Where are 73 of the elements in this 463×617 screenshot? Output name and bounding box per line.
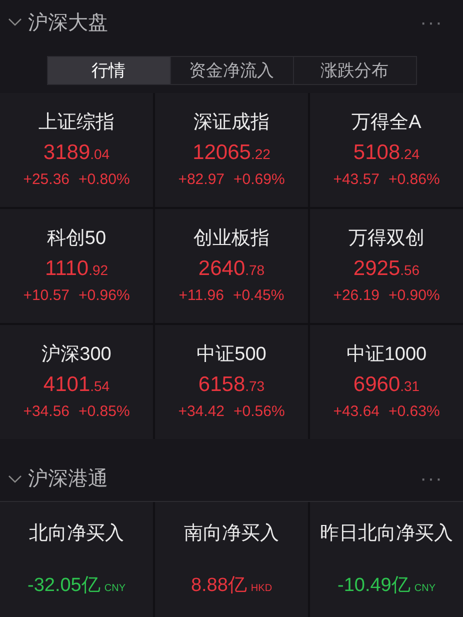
index-name: 万得全A [352,111,422,135]
index-name: 科创50 [46,227,106,251]
change-value: +10.57 [23,286,70,306]
price-decimal: .24 [400,145,420,164]
change-percent: +0.85% [78,402,130,422]
flow-label: 北向净买入 [29,522,124,546]
price-decimal: .73 [245,377,265,396]
price-decimal: .78 [245,261,265,280]
flow-label: 昨日北向净买入 [320,522,453,546]
index-name: 上证综指 [38,111,114,135]
change-value: +11.96 [178,286,224,306]
change-percent: +0.96% [78,286,130,306]
change-value: +25.36 [23,170,70,190]
change-value: +43.64 [333,402,380,422]
price-integer: 12065 [192,140,251,166]
flow-card[interactable]: 南向净买入 8.88亿 HKD [155,502,308,617]
index-card[interactable]: 万得双创 2925.56 +26.19 +0.90% [310,209,463,323]
change-value: +82.97 [178,170,224,190]
index-name: 深证成指 [194,111,270,135]
change-value: +43.57 [333,170,380,190]
price-integer: 2925 [353,256,400,282]
index-card[interactable]: 万得全A 5108.24 +43.57 +0.86% [310,93,463,207]
change-percent: +0.63% [388,402,440,422]
tab[interactable]: 行情 [48,57,170,84]
currency-unit: CNY [104,582,126,596]
change-value: +34.56 [23,402,70,422]
price-integer: 5108 [353,140,400,166]
flow-card[interactable]: 昨日北向净买入 -10.49亿 CNY [310,502,463,617]
currency-unit: HKD [250,582,272,596]
tab[interactable]: 资金净流入 [170,57,292,84]
index-name: 万得双创 [348,227,424,251]
flow-card[interactable]: 北向净买入 -32.05亿 CNY [0,502,153,617]
change-percent: +0.90% [388,286,440,306]
index-card[interactable]: 上证综指 3189.04 +25.36 +0.80% [0,93,153,207]
price-decimal: .56 [400,261,420,280]
price-integer: 3189 [43,140,90,166]
price-integer: 6158 [198,372,246,398]
flow-label: 南向净买入 [184,522,279,546]
index-name: 创业板指 [194,227,270,251]
price-decimal: .04 [90,145,110,164]
flow-value: 8.88亿 [190,574,247,598]
index-name: 中证500 [196,343,266,367]
price-decimal: .22 [250,145,270,164]
index-card[interactable]: 中证1000 6960.31 +43.64 +0.63% [310,325,463,439]
price-integer: 4101 [43,372,90,398]
change-percent: +0.45% [232,286,284,306]
flow-value: -10.49亿 [338,574,410,598]
change-percent: +0.69% [234,170,285,190]
index-card[interactable]: 沪深300 4101.54 +34.56 +0.85% [0,325,153,439]
price-integer: 2640 [198,256,246,282]
section-title: 沪深大盘 [28,10,108,36]
index-name: 中证1000 [346,343,427,367]
index-card[interactable]: 深证成指 12065.22 +82.97 +0.69% [155,93,308,207]
price-integer: 1110 [44,256,89,282]
currency-unit: CNY [414,582,436,596]
change-percent: +0.86% [388,170,440,190]
change-percent: +0.56% [234,402,285,422]
price-decimal: .54 [90,377,110,396]
flow-value: -32.05亿 [28,574,100,598]
section-title: 沪深港通 [28,467,108,492]
index-card[interactable]: 创业板指 2640.78 +11.96 +0.45% [155,209,308,323]
chevron-icon[interactable] [8,18,22,27]
change-percent: +0.80% [78,170,130,190]
price-decimal: .31 [400,377,420,396]
change-value: +34.42 [178,402,224,422]
tab[interactable]: 涨跌分布 [292,57,416,84]
index-card[interactable]: 中证500 6158.73 +34.42 +0.56% [155,325,308,439]
chevron-icon[interactable] [8,474,22,484]
price-integer: 6960 [353,372,400,398]
index-card[interactable]: 科创50 1110.92 +10.57 +0.96% [0,209,153,323]
index-name: 沪深300 [42,343,112,367]
change-value: +26.19 [333,286,380,306]
price-decimal: .92 [88,261,108,280]
